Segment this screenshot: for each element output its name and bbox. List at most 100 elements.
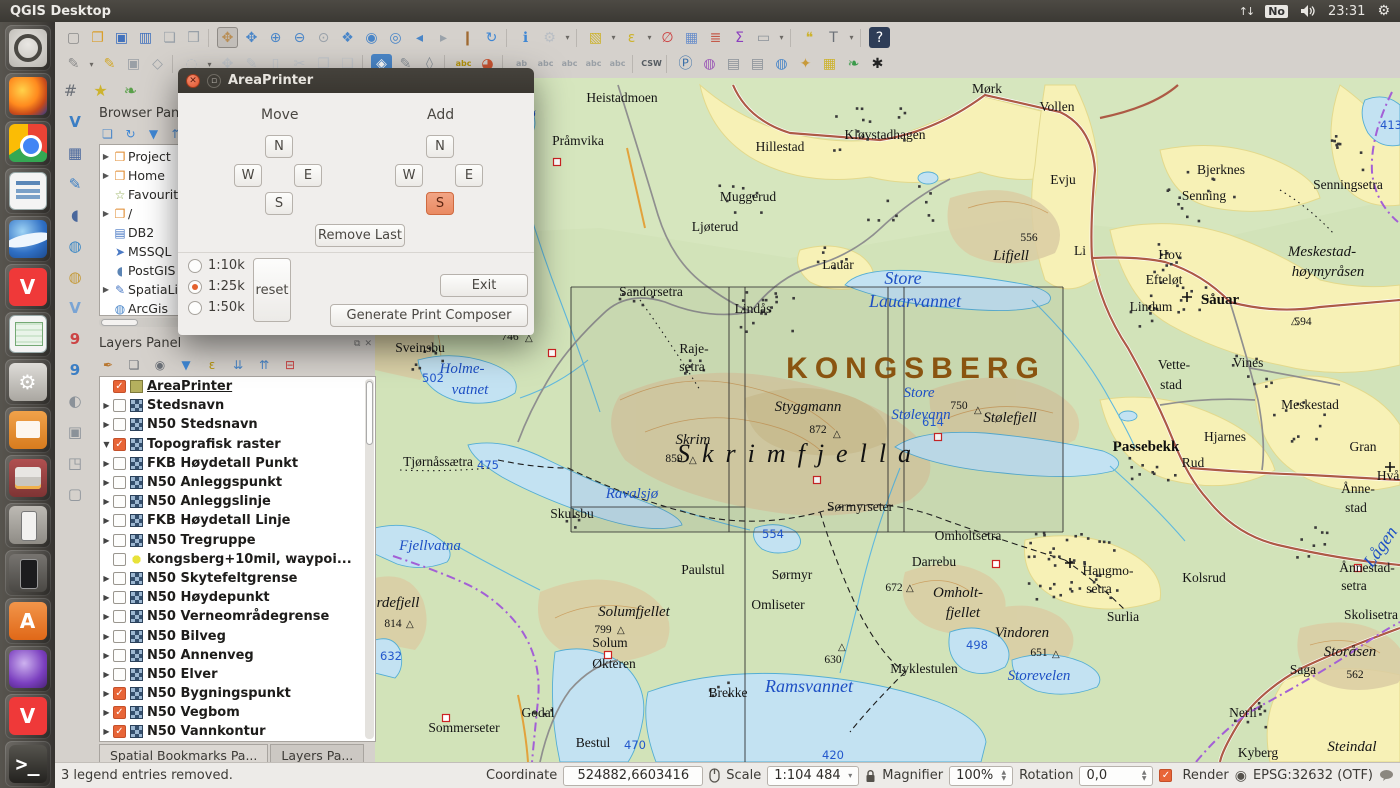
expand-all-icon[interactable]: ⇊ <box>229 356 247 374</box>
usb-drive-icon[interactable] <box>5 503 51 549</box>
crs-icon[interactable]: ◉ <box>1235 768 1247 784</box>
filter-by-expression-icon[interactable]: ε <box>203 356 221 374</box>
scale-lock-icon[interactable] <box>865 769 876 783</box>
dialog-titlebar[interactable]: ✕ ▫ AreaPrinter <box>178 68 534 93</box>
pan-map-icon[interactable]: ✥ <box>217 27 238 48</box>
browser-item-spatialite[interactable]: ▶✎SpatiaLite <box>100 280 190 299</box>
add-w-button[interactable]: W <box>395 164 423 187</box>
move-n-button[interactable]: N <box>265 135 293 158</box>
layer-visibility-checkbox[interactable] <box>113 399 126 412</box>
dialog-minimize-icon[interactable]: ▫ <box>207 74 221 88</box>
archive-manager-icon[interactable] <box>5 455 51 501</box>
layer-item-fkb-høydetall-punkt[interactable]: ▶FKB Høydetall Punkt <box>100 454 375 473</box>
chrome-icon[interactable] <box>5 121 51 167</box>
layer-item-areaprinter[interactable]: ✓AreaPrinter <box>100 377 375 396</box>
remove-layer-icon[interactable]: ⊟ <box>281 356 299 374</box>
toggle-editing-icon[interactable]: ✎ <box>99 54 120 75</box>
print-icon[interactable]: ▤ <box>723 54 744 75</box>
expander-icon[interactable]: ▶ <box>100 171 112 180</box>
layer-item-topografisk-raster[interactable]: ▼✓Topografisk raster <box>100 435 375 454</box>
layer-item-n50-anleggspunkt[interactable]: ▶N50 Anleggspunkt <box>100 473 375 492</box>
layer-item-n50-stedsnavn[interactable]: ▶N50 Stedsnavn <box>100 415 375 434</box>
layer-visibility-checkbox[interactable] <box>113 572 126 585</box>
label-move-icon[interactable]: abc <box>559 54 580 75</box>
eclipse-icon[interactable] <box>5 646 51 692</box>
new-bookmark-icon[interactable]: ❙ <box>457 27 478 48</box>
layer-item-n50-skytefeltgrense[interactable]: ▶N50 Skytefeltgrense <box>100 569 375 588</box>
layer-visibility-checkbox[interactable]: ✓ <box>113 706 126 719</box>
libreoffice-calc-icon[interactable] <box>5 312 51 358</box>
layer-item-n50-annenveg[interactable]: ▶N50 Annenveg <box>100 646 375 665</box>
save-project-as-icon[interactable]: ▥ <box>135 27 156 48</box>
open-layer-styling-icon[interactable]: ✒ <box>99 356 117 374</box>
expander-icon[interactable]: ▶ <box>100 651 113 660</box>
expander-icon[interactable]: ▶ <box>100 689 113 698</box>
render-checkbox[interactable]: ✓ <box>1159 769 1172 782</box>
expander-icon[interactable]: ▶ <box>100 536 113 545</box>
gps-tools-icon[interactable]: ◍ <box>771 54 792 75</box>
add-oracle-layer-icon[interactable]: 9 <box>65 329 86 350</box>
map-navigation-icon[interactable]: ◐ <box>65 391 86 412</box>
print-atlas-icon[interactable]: ▤ <box>747 54 768 75</box>
add-e-button[interactable]: E <box>455 164 483 187</box>
dropdown-arrow-icon[interactable]: ▾ <box>777 33 786 42</box>
expander-icon[interactable]: ▶ <box>100 593 113 602</box>
volume-icon[interactable] <box>1300 4 1316 18</box>
zoom-out-icon[interactable]: ⊖ <box>289 27 310 48</box>
zoom-to-layer-icon[interactable]: ◎ <box>385 27 406 48</box>
add-selected-layer-icon[interactable]: ❏ <box>99 125 116 142</box>
magnifier-input[interactable]: 100%▲▼ <box>949 766 1013 786</box>
browser-item-mssql[interactable]: ➤MSSQL <box>100 242 190 261</box>
keyboard-layout-indicator[interactable]: No <box>1265 5 1288 18</box>
grass-tools-icon[interactable]: ❧ <box>843 54 864 75</box>
collapse-all-icon[interactable]: ⇈ <box>255 356 273 374</box>
composer-manager-icon[interactable]: ❒ <box>183 27 204 48</box>
exit-button[interactable]: Exit <box>440 274 528 297</box>
build-tools-icon[interactable]: ✦ <box>795 54 816 75</box>
identify-features-icon[interactable]: ℹ <box>515 27 536 48</box>
browser-item-favourites[interactable]: ☆Favourites <box>100 185 190 204</box>
sum-features-icon[interactable]: Σ <box>729 27 750 48</box>
clock[interactable]: 23:31 <box>1328 4 1365 19</box>
layer-item-n50-vannkontur[interactable]: ▶✓N50 Vannkontur <box>100 722 375 741</box>
layer-visibility-checkbox[interactable] <box>113 591 126 604</box>
crs-status[interactable]: EPSG:32632 (OTF) <box>1253 768 1373 783</box>
add-mssql-layer-icon[interactable]: 9 <box>65 360 86 381</box>
text-annotation-icon[interactable]: T <box>823 27 844 48</box>
ubuntu-dash-icon[interactable] <box>5 25 51 71</box>
radio-icon[interactable] <box>188 301 202 315</box>
reset-button[interactable]: reset <box>253 258 291 322</box>
zoom-last-icon[interactable]: ◂ <box>409 27 430 48</box>
expander-icon[interactable]: ▶ <box>100 285 112 294</box>
manage-visibility-icon[interactable]: ◉ <box>151 356 169 374</box>
expander-icon[interactable]: ▶ <box>100 574 113 583</box>
browser-item--[interactable]: ▶❐/ <box>100 204 190 223</box>
add-wms-layer-icon[interactable]: ◍ <box>65 236 86 257</box>
layer-visibility-checkbox[interactable] <box>113 649 126 662</box>
screen-helper-icon[interactable]: ▢ <box>65 484 86 505</box>
file-manager-icon[interactable] <box>5 407 51 453</box>
layer-item-n50-bilveg[interactable]: ▶N50 Bilveg <box>100 626 375 645</box>
dropdown-arrow-icon[interactable]: ▾ <box>645 33 654 42</box>
radio-icon[interactable] <box>188 280 202 294</box>
layer-item-n50-bygningspunkt[interactable]: ▶✓N50 Bygningspunkt <box>100 684 375 703</box>
layer-item-stedsnavn[interactable]: ▶Stedsnavn <box>100 396 375 415</box>
zoom-to-selection-icon[interactable]: ◉ <box>361 27 382 48</box>
refresh-browser-icon[interactable]: ↻ <box>122 125 139 142</box>
expander-icon[interactable]: ▶ <box>100 152 112 161</box>
simplify-icon[interactable]: ❧ <box>120 80 141 101</box>
attribute-table-icon[interactable]: ▦ <box>681 27 702 48</box>
tile-grid-icon[interactable]: ▦ <box>819 54 840 75</box>
layer-visibility-checkbox[interactable] <box>113 495 126 508</box>
label-visibility-icon[interactable]: abc <box>535 54 556 75</box>
layer-item-n50-verneområdegrense[interactable]: ▶N50 Verneområdegrense <box>100 607 375 626</box>
label-properties-icon[interactable]: abc <box>607 54 628 75</box>
zoom-in-icon[interactable]: ⊕ <box>265 27 286 48</box>
refresh-map-icon[interactable]: ↻ <box>481 27 502 48</box>
software-center-icon[interactable]: A <box>5 598 51 644</box>
scale-radio-1-50k[interactable]: 1:50k <box>188 300 245 315</box>
new-print-composer-icon[interactable]: ❏ <box>159 27 180 48</box>
deselect-features-icon[interactable]: ∅ <box>657 27 678 48</box>
layer-item-fkb-høydetall-linje[interactable]: ▶FKB Høydetall Linje <box>100 511 375 530</box>
expander-icon[interactable]: ▶ <box>100 459 113 468</box>
